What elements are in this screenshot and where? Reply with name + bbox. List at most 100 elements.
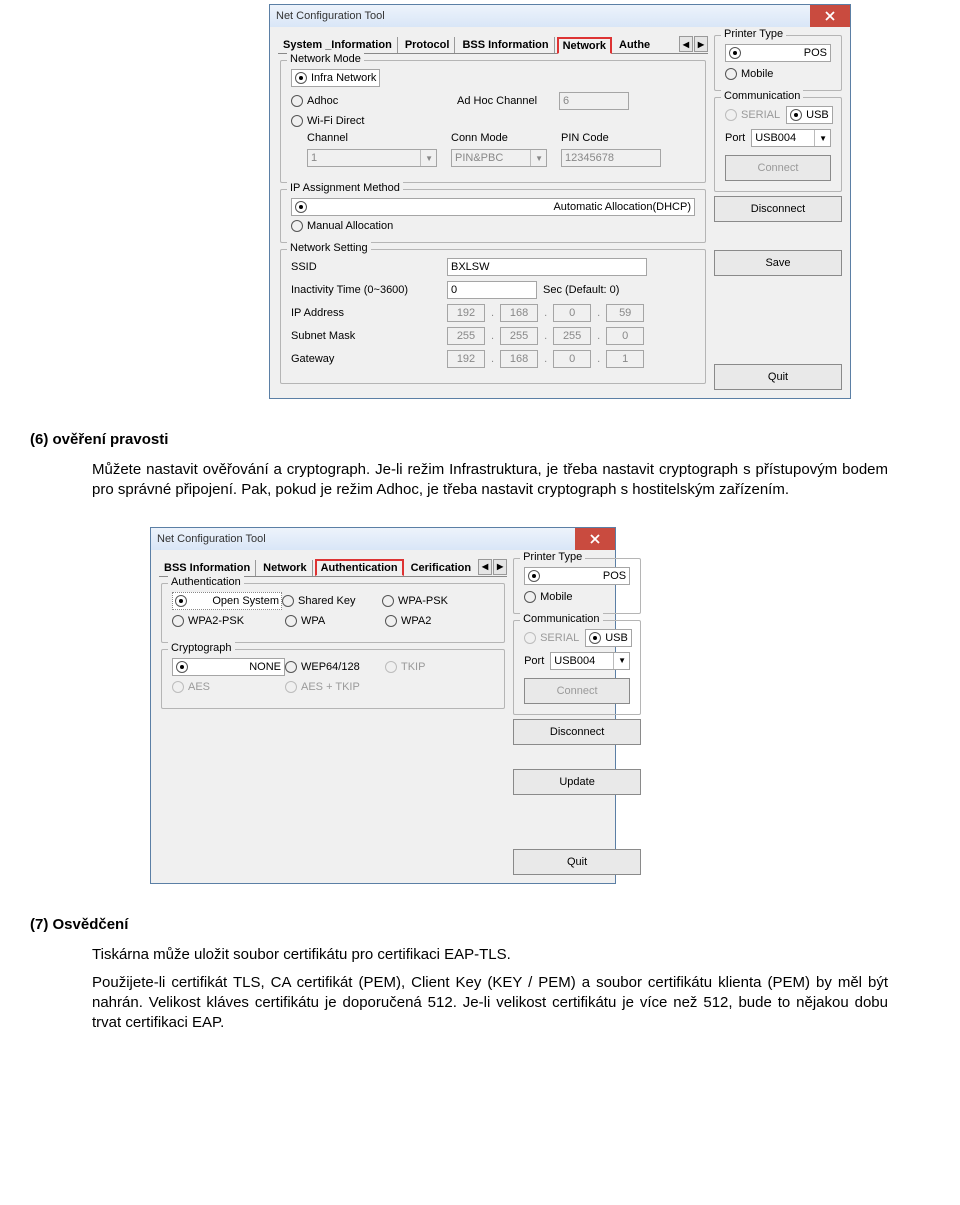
communication-group: Communication SERIAL USB Port USB004▼ Co… [513, 620, 641, 715]
radio-aes-tkip: AES + TKIP [285, 681, 360, 693]
titlebar: Net Configuration Tool [151, 528, 615, 550]
chevron-down-icon: ▼ [420, 150, 433, 166]
tab-scroll-right[interactable]: ▶ [493, 559, 507, 575]
radio-tkip: TKIP [385, 661, 425, 673]
tab-network[interactable]: Network [258, 560, 312, 576]
radio-aes: AES [172, 681, 285, 693]
tab-bss-information[interactable]: BSS Information [159, 560, 256, 576]
gw-1 [447, 350, 485, 368]
ip-assignment-group: IP Assignment Method Automatic Allocatio… [280, 189, 706, 243]
tab-strip: System _Information Protocol BSS Informa… [278, 35, 708, 54]
radio-wep[interactable]: WEP64/128 [285, 661, 385, 673]
net-config-dialog-2: Net Configuration Tool BSS Information N… [150, 527, 616, 884]
radio-wifi-direct[interactable]: Wi-Fi Direct [291, 115, 364, 127]
ip-4 [606, 304, 644, 322]
heading-7: (7) Osvědčení [30, 916, 888, 933]
tab-scroll-right[interactable]: ▶ [694, 36, 708, 52]
radio-wpa2-psk[interactable]: WPA2-PSK [172, 615, 285, 627]
disconnect-button[interactable]: Disconnect [513, 719, 641, 745]
window-title: Net Configuration Tool [157, 533, 266, 545]
radio-pos[interactable]: POS [725, 44, 831, 62]
tab-scroll-left[interactable]: ◀ [478, 559, 492, 575]
adhoc-channel-label: Ad Hoc Channel [457, 95, 553, 107]
tab-system-information[interactable]: System _Information [278, 37, 398, 53]
port-label: Port [524, 655, 544, 667]
paragraph-7b: Použijete-li certifikát TLS, CA certifik… [92, 973, 888, 1034]
radio-usb[interactable]: USB [786, 106, 833, 124]
radio-adhoc[interactable]: Adhoc [291, 95, 451, 107]
network-setting-group: Network Setting SSID Inactivity Time (0~… [280, 249, 706, 384]
ip-address-label: IP Address [291, 307, 441, 319]
radio-none[interactable]: NONE [172, 658, 285, 676]
paragraph-6: Můžete nastavit ověřování a cryptograph.… [92, 460, 888, 501]
subnet-4 [606, 327, 644, 345]
connect-button: Connect [725, 155, 831, 181]
titlebar: Net Configuration Tool [270, 5, 850, 27]
subnet-3 [553, 327, 591, 345]
legend: Network Mode [287, 53, 364, 65]
radio-wpa2[interactable]: WPA2 [385, 615, 431, 627]
network-mode-group: Network Mode Infra Network Adhoc Ad Hoc … [280, 60, 706, 183]
net-config-dialog-1: Net Configuration Tool System _Informati… [269, 4, 851, 399]
tab-bss-information[interactable]: BSS Information [457, 37, 554, 53]
communication-group: Communication SERIAL USB Port USB004▼ Co… [714, 97, 842, 192]
radio-mobile[interactable]: Mobile [725, 68, 831, 80]
tab-strip: BSS Information Network Authentication C… [159, 558, 507, 577]
port-select[interactable]: USB004▼ [751, 129, 831, 147]
conn-mode-select: PIN&PBC▼ [451, 149, 547, 167]
tab-scroll-left[interactable]: ◀ [679, 36, 693, 52]
subnet-2 [500, 327, 538, 345]
section-7: (7) Osvědčení Tiskárna může uložit soubo… [0, 904, 960, 1056]
radio-ip-auto[interactable]: Automatic Allocation(DHCP) [291, 198, 695, 216]
radio-mobile[interactable]: Mobile [524, 591, 630, 603]
channel-label: Channel [307, 132, 451, 144]
pin-code-input [561, 149, 661, 167]
tab-certification[interactable]: Cerification [406, 560, 477, 576]
radio-ip-manual[interactable]: Manual Allocation [291, 220, 695, 232]
radio-wpa[interactable]: WPA [285, 615, 385, 627]
disconnect-button[interactable]: Disconnect [714, 196, 842, 222]
section-6: (6) ověření pravosti Můžete nastavit ově… [0, 419, 960, 523]
radio-infra-network[interactable]: Infra Network [291, 69, 380, 87]
pin-code-label: PIN Code [561, 132, 609, 144]
radio-serial: SERIAL [725, 109, 780, 121]
save-button[interactable]: Save [714, 250, 842, 276]
tab-authentication[interactable]: Authentication [315, 559, 404, 576]
radio-shared-key[interactable]: Shared Key [282, 595, 382, 607]
ip-2 [500, 304, 538, 322]
subnet-1 [447, 327, 485, 345]
ip-1 [447, 304, 485, 322]
radio-pos[interactable]: POS [524, 567, 630, 585]
radio-serial: SERIAL [524, 632, 579, 644]
tab-protocol[interactable]: Protocol [400, 37, 456, 53]
ssid-input[interactable] [447, 258, 647, 276]
close-button[interactable] [575, 528, 615, 550]
inactivity-suffix: Sec (Default: 0) [543, 284, 619, 296]
gateway-label: Gateway [291, 353, 441, 365]
printer-type-group: Printer Type POS Mobile [513, 558, 641, 614]
port-select[interactable]: USB004▼ [550, 652, 630, 670]
close-button[interactable] [810, 5, 850, 27]
gw-2 [500, 350, 538, 368]
printer-type-group: Printer Type POS Mobile [714, 35, 842, 91]
channel-select: 1▼ [307, 149, 437, 167]
radio-wpa-psk[interactable]: WPA-PSK [382, 595, 448, 607]
tab-authe[interactable]: Authe [614, 37, 655, 53]
heading-6: (6) ověření pravosti [30, 431, 888, 448]
connect-button: Connect [524, 678, 630, 704]
close-icon [825, 11, 835, 21]
update-button[interactable]: Update [513, 769, 641, 795]
ssid-label: SSID [291, 261, 441, 273]
paragraph-7a: Tiskárna může uložit soubor certifikátu … [92, 945, 888, 965]
gw-4 [606, 350, 644, 368]
quit-button[interactable]: Quit [714, 364, 842, 390]
adhoc-channel-input [559, 92, 629, 110]
authentication-group: Authentication Open System Shared Key WP… [161, 583, 505, 643]
tab-network[interactable]: Network [557, 37, 612, 54]
radio-usb[interactable]: USB [585, 629, 632, 647]
inactivity-input[interactable] [447, 281, 537, 299]
radio-open-system[interactable]: Open System [172, 592, 282, 610]
inactivity-label: Inactivity Time (0~3600) [291, 284, 441, 296]
quit-button[interactable]: Quit [513, 849, 641, 875]
ip-3 [553, 304, 591, 322]
